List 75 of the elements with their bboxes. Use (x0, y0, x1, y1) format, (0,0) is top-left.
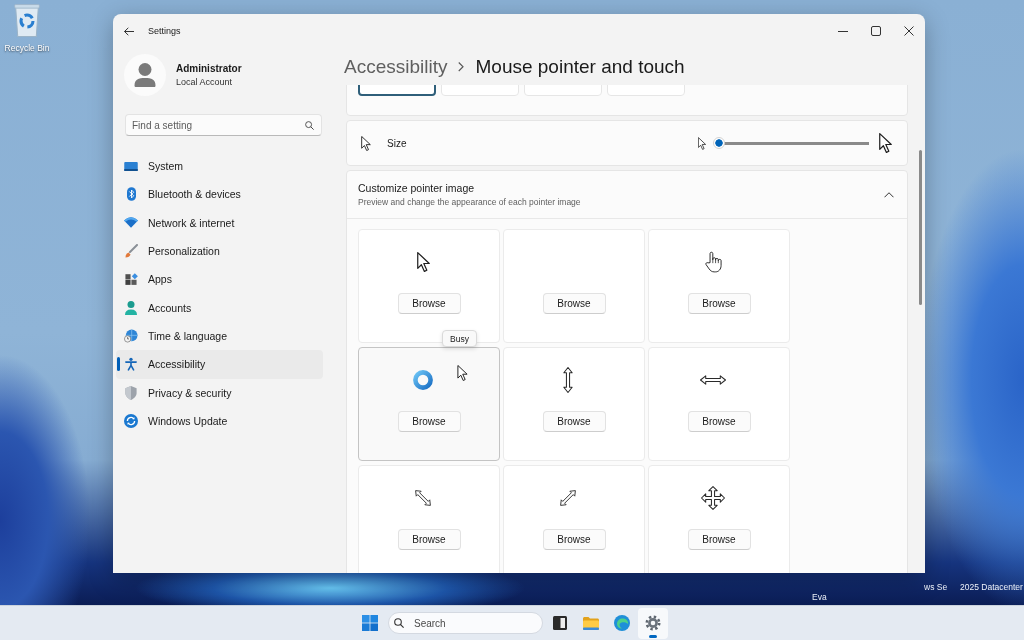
busy-ring-icon (413, 370, 433, 390)
breadcrumb-link[interactable]: Accessibility (344, 55, 448, 78)
diagonal-double-arrow-icon (413, 488, 433, 508)
minimize-icon (837, 30, 848, 32)
edition-text: Eva (812, 592, 827, 602)
avatar-icon (124, 54, 166, 96)
back-arrow-icon (124, 26, 134, 36)
nav-item[interactable]: Accessibility (116, 350, 323, 379)
browse-button[interactable]: Browse (687, 529, 751, 550)
nav-item[interactable]: Apps (116, 265, 323, 294)
page-title: Mouse pointer and touch (475, 55, 685, 78)
edition-text: ws Se (924, 582, 948, 592)
maximize-icon (870, 26, 881, 36)
four-squares-icon (362, 615, 378, 631)
display-icon (124, 161, 138, 171)
tooltip: Busy (442, 330, 477, 347)
browse-button[interactable]: Browse (687, 411, 751, 432)
nav-item[interactable]: Personalization (116, 237, 323, 266)
nav-item[interactable]: System (116, 152, 323, 181)
browse-button[interactable]: Browse (397, 293, 461, 314)
slider-thumb[interactable] (713, 137, 725, 149)
edition-text: 2025 Datacenter (960, 582, 1023, 592)
section-title: Customize pointer image (358, 182, 476, 194)
browse-button[interactable]: Browse (542, 529, 606, 550)
size-label: Size (387, 137, 407, 149)
selection-indicator-icon (117, 357, 120, 372)
browse-button[interactable]: Browse (542, 293, 606, 314)
account-type: Local Account (176, 77, 234, 87)
circular-arrows-icon (124, 414, 138, 429)
wifi-icon (124, 217, 138, 229)
nav-item[interactable]: Accounts (116, 293, 323, 322)
nav-item[interactable]: Network & internet (116, 208, 323, 237)
recycle-bin-icon (13, 4, 41, 37)
nav-item[interactable]: Bluetooth & devices (116, 180, 323, 209)
browse-button[interactable]: Browse (687, 293, 751, 314)
large-arrow-pointer-icon (879, 133, 892, 153)
browser-icon (614, 615, 630, 631)
arrow-pointer-icon (416, 252, 430, 272)
window-tile-icon (553, 616, 567, 630)
search-icon (394, 618, 404, 628)
accessibility-figure-icon (125, 357, 137, 372)
nav-item[interactable]: Windows Update (116, 406, 323, 436)
arrow-pointer-icon (361, 135, 371, 151)
shield-icon (125, 385, 137, 400)
nav-item[interactable]: Privacy & security (116, 378, 323, 407)
settings-search-field[interactable]: Find a setting (125, 114, 322, 136)
mouse-cursor-icon (457, 365, 468, 381)
four-way-arrow-icon (701, 486, 725, 510)
account-name: Administrator (176, 63, 242, 74)
person-icon (125, 300, 137, 315)
taskbar-search-field[interactable]: Search (388, 612, 543, 634)
chevron-right-icon (458, 61, 465, 72)
hand-pointer-icon (704, 251, 722, 273)
browse-button[interactable]: Browse (542, 411, 606, 432)
vertical-double-arrow-icon (563, 367, 573, 393)
close-icon (903, 26, 914, 36)
browse-button[interactable]: Browse (397, 529, 461, 550)
section-description: Preview and change the appearance of each pointer image (358, 197, 582, 207)
diagonal-double-arrow-icon (558, 488, 578, 508)
chevron-up-icon (884, 191, 894, 198)
small-arrow-pointer-icon (698, 136, 706, 150)
running-indicator-icon (649, 634, 657, 638)
search-icon (305, 120, 314, 130)
nav-item[interactable]: Time & language (116, 321, 323, 351)
window-title: Settings (148, 26, 181, 36)
taskbar-app-button[interactable] (638, 607, 668, 639)
bluetooth-icon (126, 187, 136, 202)
scrollbar-thumb[interactable] (919, 150, 922, 305)
settings-icon (645, 615, 661, 631)
paintbrush-icon (124, 244, 138, 259)
folder-icon (583, 616, 599, 630)
horizontal-double-arrow-icon (700, 375, 726, 385)
browse-button[interactable]: Browse (397, 411, 461, 432)
apps-grid-icon (124, 272, 138, 286)
globe-clock-icon (124, 329, 138, 344)
